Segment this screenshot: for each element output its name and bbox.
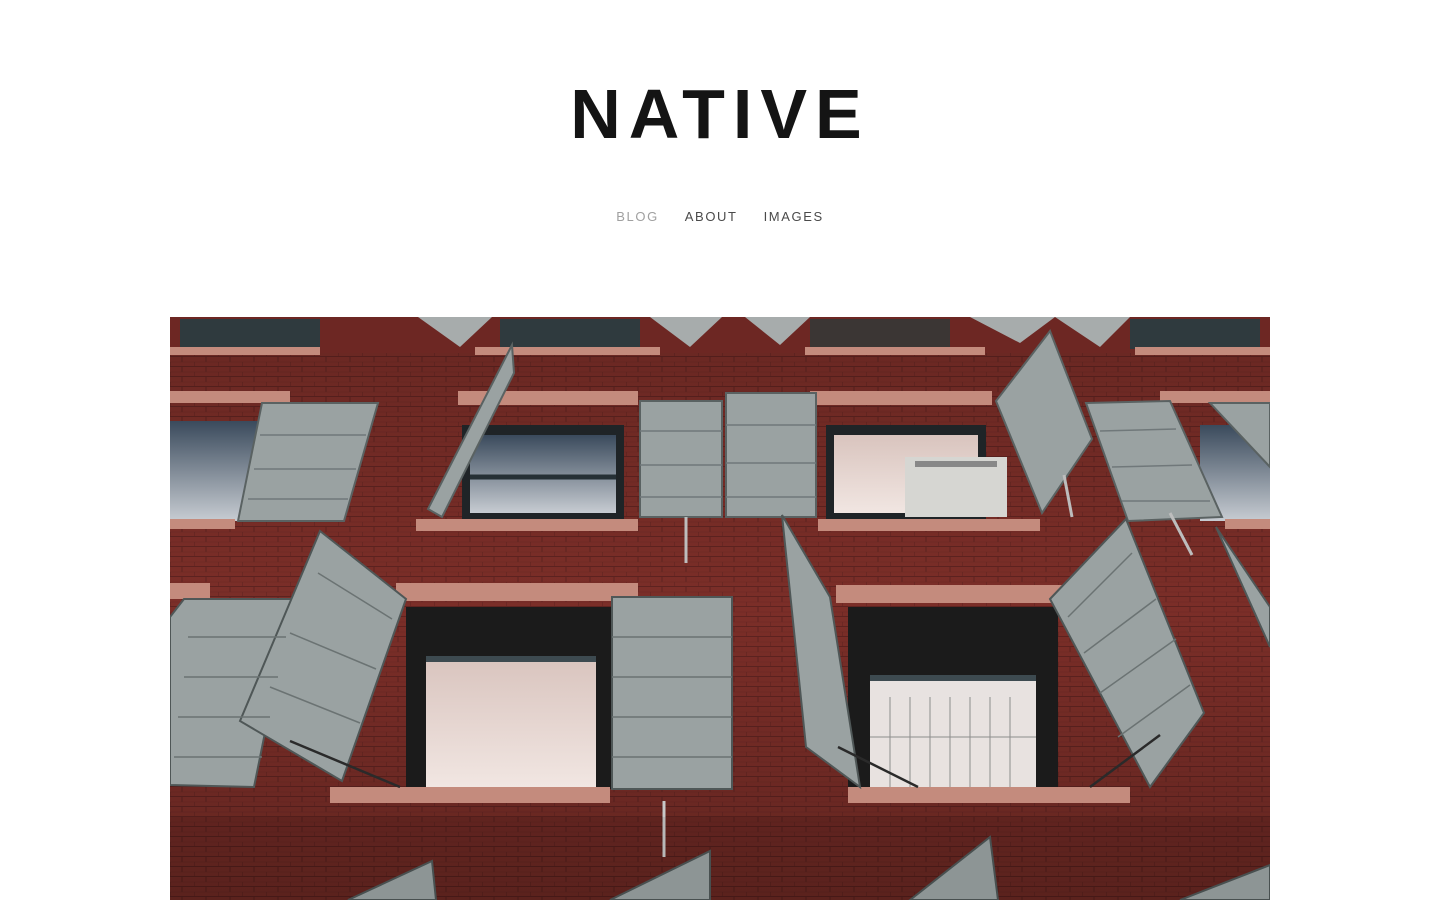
nav-item-images[interactable]: IMAGES — [764, 207, 824, 227]
site-title[interactable]: NATIVE — [0, 74, 1440, 154]
site-header: NATIVE BLOG ABOUT IMAGES — [0, 0, 1440, 317]
nav-item-about[interactable]: ABOUT — [685, 207, 738, 227]
hero-image-illustration — [170, 317, 1270, 900]
hero-image — [170, 317, 1270, 900]
main-nav: BLOG ABOUT IMAGES — [0, 207, 1440, 227]
nav-item-blog[interactable]: BLOG — [616, 207, 659, 227]
top-row — [170, 317, 1270, 355]
